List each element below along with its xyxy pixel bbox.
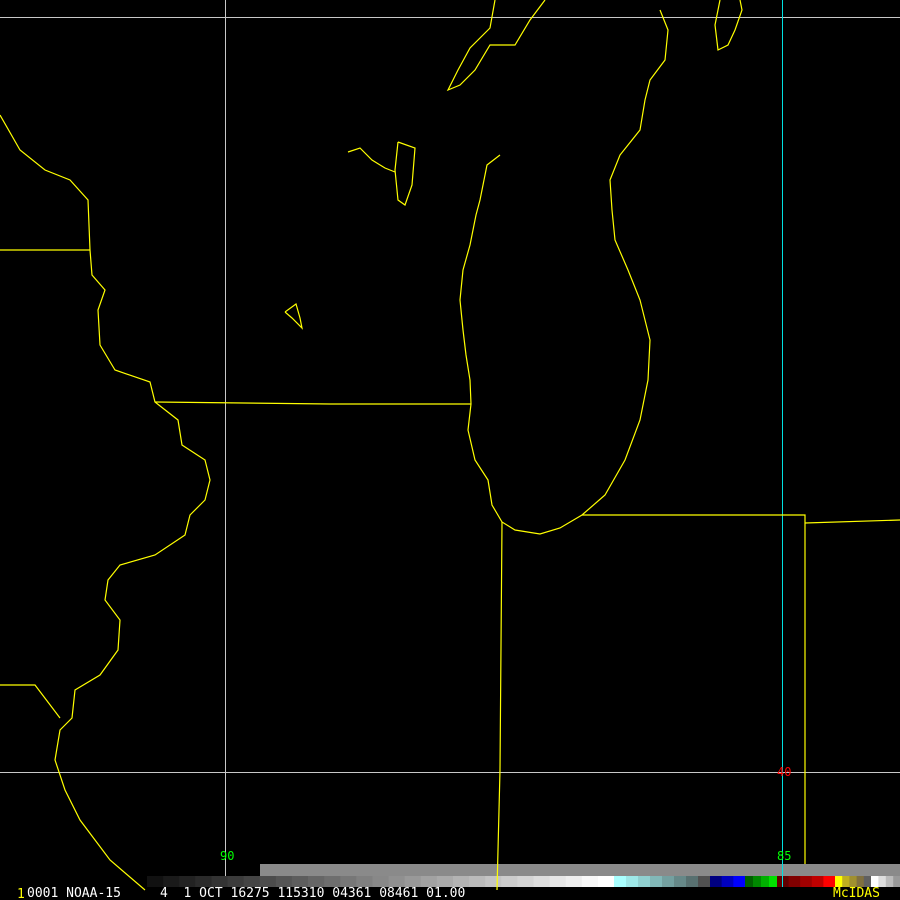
upper-michigan-shoreline — [714, 0, 743, 51]
ohio-michigan-border — [804, 519, 900, 524]
latitude-label-40: 40 — [777, 765, 792, 779]
satellite-map-view: 90 85 40 1 0001 NOAA-15 4 1 OCT 16275 115… — [0, 0, 900, 900]
mcidas-logo: McIDAS — [833, 886, 880, 900]
longitude-label-90: 90 — [220, 849, 235, 863]
lake-poygan — [347, 147, 396, 173]
map-overlay — [0, 0, 900, 891]
satellite-image-strip — [260, 864, 900, 876]
status-footer: 1 0001 NOAA-15 4 1 OCT 16275 115310 04361… — [0, 886, 900, 900]
mississippi-river — [0, 114, 211, 891]
lake-michigan-shoreline — [459, 9, 669, 535]
lake-winnebago — [394, 141, 416, 206]
illinois-wisconsin-border — [154, 401, 471, 405]
longitude-label-85: 85 — [777, 849, 792, 863]
illinois-indiana-border — [496, 521, 503, 891]
boundaries — [0, 0, 900, 891]
iowa-missouri-border — [0, 684, 61, 719]
green-bay-shoreline — [446, 0, 546, 92]
indiana-michigan-border — [582, 514, 806, 864]
image-info: 0001 NOAA-15 4 1 OCT 16275 115310 04361 … — [27, 886, 466, 900]
frame-number: 1 — [17, 887, 25, 900]
lat-lon-grid — [0, 0, 900, 876]
small-lake — [284, 303, 303, 330]
